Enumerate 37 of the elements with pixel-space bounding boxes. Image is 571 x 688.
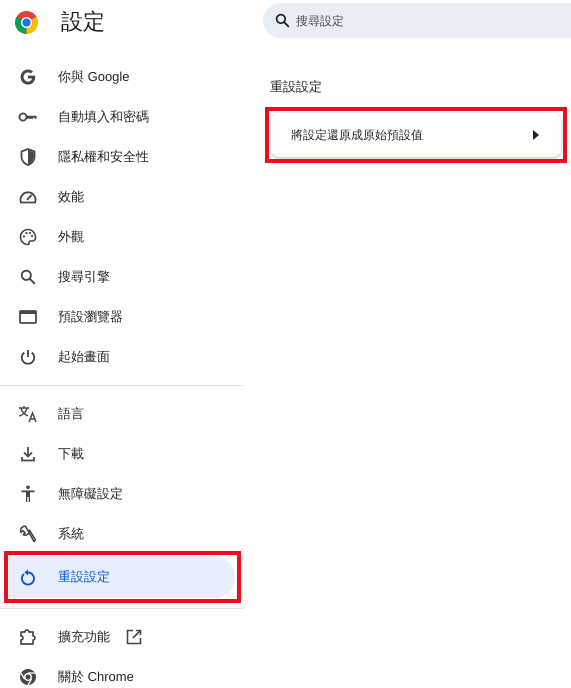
sidebar-item[interactable]: 下載 [0,434,236,474]
accessibility-icon [21,485,35,503]
shield-icon [20,148,36,166]
sidebar-item[interactable]: 隱私權和安全性 [0,137,236,177]
search-icon [20,269,36,285]
section-title: 重設設定 [270,78,323,96]
sidebar-item[interactable]: 關於 Chrome [0,657,236,688]
chrome-logo-icon [14,10,39,34]
sidebar-item[interactable]: 擴充功能 [0,617,236,657]
sidebar-item[interactable]: 系統 [0,514,236,554]
sidebar-item[interactable]: 你與 Google [0,57,236,97]
key-icon [18,111,38,123]
external-link-icon [126,629,142,645]
power-icon [20,348,36,366]
reset-row[interactable]: 將設定還原成原始預設值 [271,113,561,157]
reset-icon [20,568,36,586]
search-field[interactable]: 搜尋設定 [263,3,571,38]
browser-window-icon [19,310,37,324]
sidebar-item[interactable]: 重設設定 [9,556,235,598]
wrench-icon [19,525,37,543]
google-g-icon [19,68,37,86]
search-icon [275,13,290,28]
sidebar-item[interactable]: 預設瀏覽器 [0,297,236,337]
sidebar-item[interactable]: 效能 [0,177,236,217]
palette-icon [19,228,37,246]
sidebar-item[interactable]: 語言 [0,394,236,434]
puzzle-icon [19,628,37,646]
sidebar-item[interactable]: 自動填入和密碼 [0,97,236,137]
sidebar-item[interactable]: 外觀 [0,217,236,257]
translate-icon [18,405,38,423]
caret-icon [533,130,539,140]
sidebar-item[interactable]: 無障礙設定 [0,474,236,514]
gauge-icon [19,190,37,204]
page-title: 設定 [61,8,105,36]
sidebar-item[interactable]: 起始畫面 [0,337,236,377]
download-icon [21,446,35,462]
sidebar-item[interactable]: 搜尋引擎 [0,257,236,297]
